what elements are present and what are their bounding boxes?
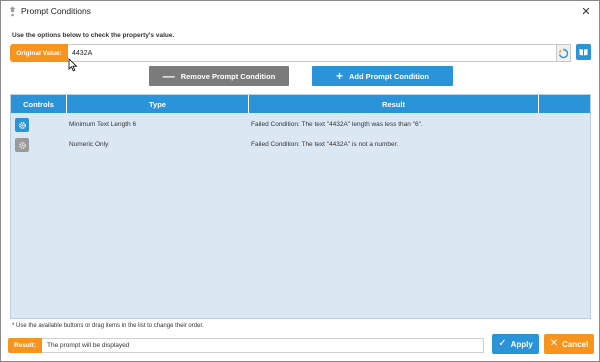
cancel-button[interactable]: ✕ Cancel	[544, 334, 594, 354]
remove-prompt-condition-button[interactable]: — Remove Prompt Condition	[149, 66, 289, 86]
result-row: Result: The prompt will be displayed	[8, 338, 484, 353]
prompt-app-icon	[9, 6, 16, 17]
row-result: Failed Condition: The text "4432A" is no…	[251, 141, 399, 148]
remove-prompt-condition-label: Remove Prompt Condition	[180, 71, 276, 81]
mouse-cursor-icon	[68, 58, 78, 72]
conditions-grid: Controls Type Result Minimum Text Length…	[10, 94, 591, 319]
add-prompt-condition-label: Add Prompt Condition	[349, 71, 429, 81]
plus-icon: +	[336, 69, 344, 83]
instruction-text: Use the options below to check the prope…	[12, 32, 175, 39]
header-controls: Controls	[11, 95, 67, 113]
table-row[interactable]: Minimum Text Length 6 Failed Condition: …	[11, 115, 590, 135]
header-type: Type	[67, 95, 249, 113]
row-type: Numeric Only	[69, 141, 109, 148]
check-icon: ✓	[498, 338, 507, 349]
minus-icon: —	[162, 69, 175, 83]
header-result: Result	[249, 95, 539, 113]
original-value-row: Original Value:	[10, 44, 571, 62]
close-icon[interactable]: ✕	[579, 4, 593, 18]
header-extra	[539, 95, 590, 113]
original-value-label: Original Value:	[10, 44, 68, 62]
footnote-text: * Use the available buttons or drag item…	[12, 323, 204, 329]
gear-icon[interactable]	[15, 118, 29, 132]
apply-button[interactable]: ✓ Apply	[492, 334, 539, 354]
gear-icon[interactable]	[15, 138, 29, 152]
table-row[interactable]: Numeric Only Failed Condition: The text …	[11, 135, 590, 155]
x-icon: ✕	[549, 338, 559, 349]
book-icon[interactable]	[576, 44, 591, 60]
refresh-icon[interactable]	[556, 44, 571, 62]
grid-header: Controls Type Result	[11, 95, 590, 113]
row-type: Minimum Text Length 6	[69, 121, 137, 128]
prompt-conditions-dialog: Prompt Conditions ✕ Use the options belo…	[0, 0, 600, 362]
row-result: Failed Condition: The text "4432A" lengt…	[251, 121, 423, 128]
add-prompt-condition-button[interactable]: + Add Prompt Condition	[312, 66, 453, 86]
original-value-input[interactable]	[68, 44, 558, 62]
cancel-label: Cancel	[562, 339, 589, 349]
title-bar: Prompt Conditions ✕	[1, 1, 599, 23]
result-value: The prompt will be displayed	[42, 338, 484, 353]
apply-label: Apply	[510, 339, 533, 349]
window-title: Prompt Conditions	[21, 6, 91, 16]
result-label: Result:	[8, 338, 42, 353]
